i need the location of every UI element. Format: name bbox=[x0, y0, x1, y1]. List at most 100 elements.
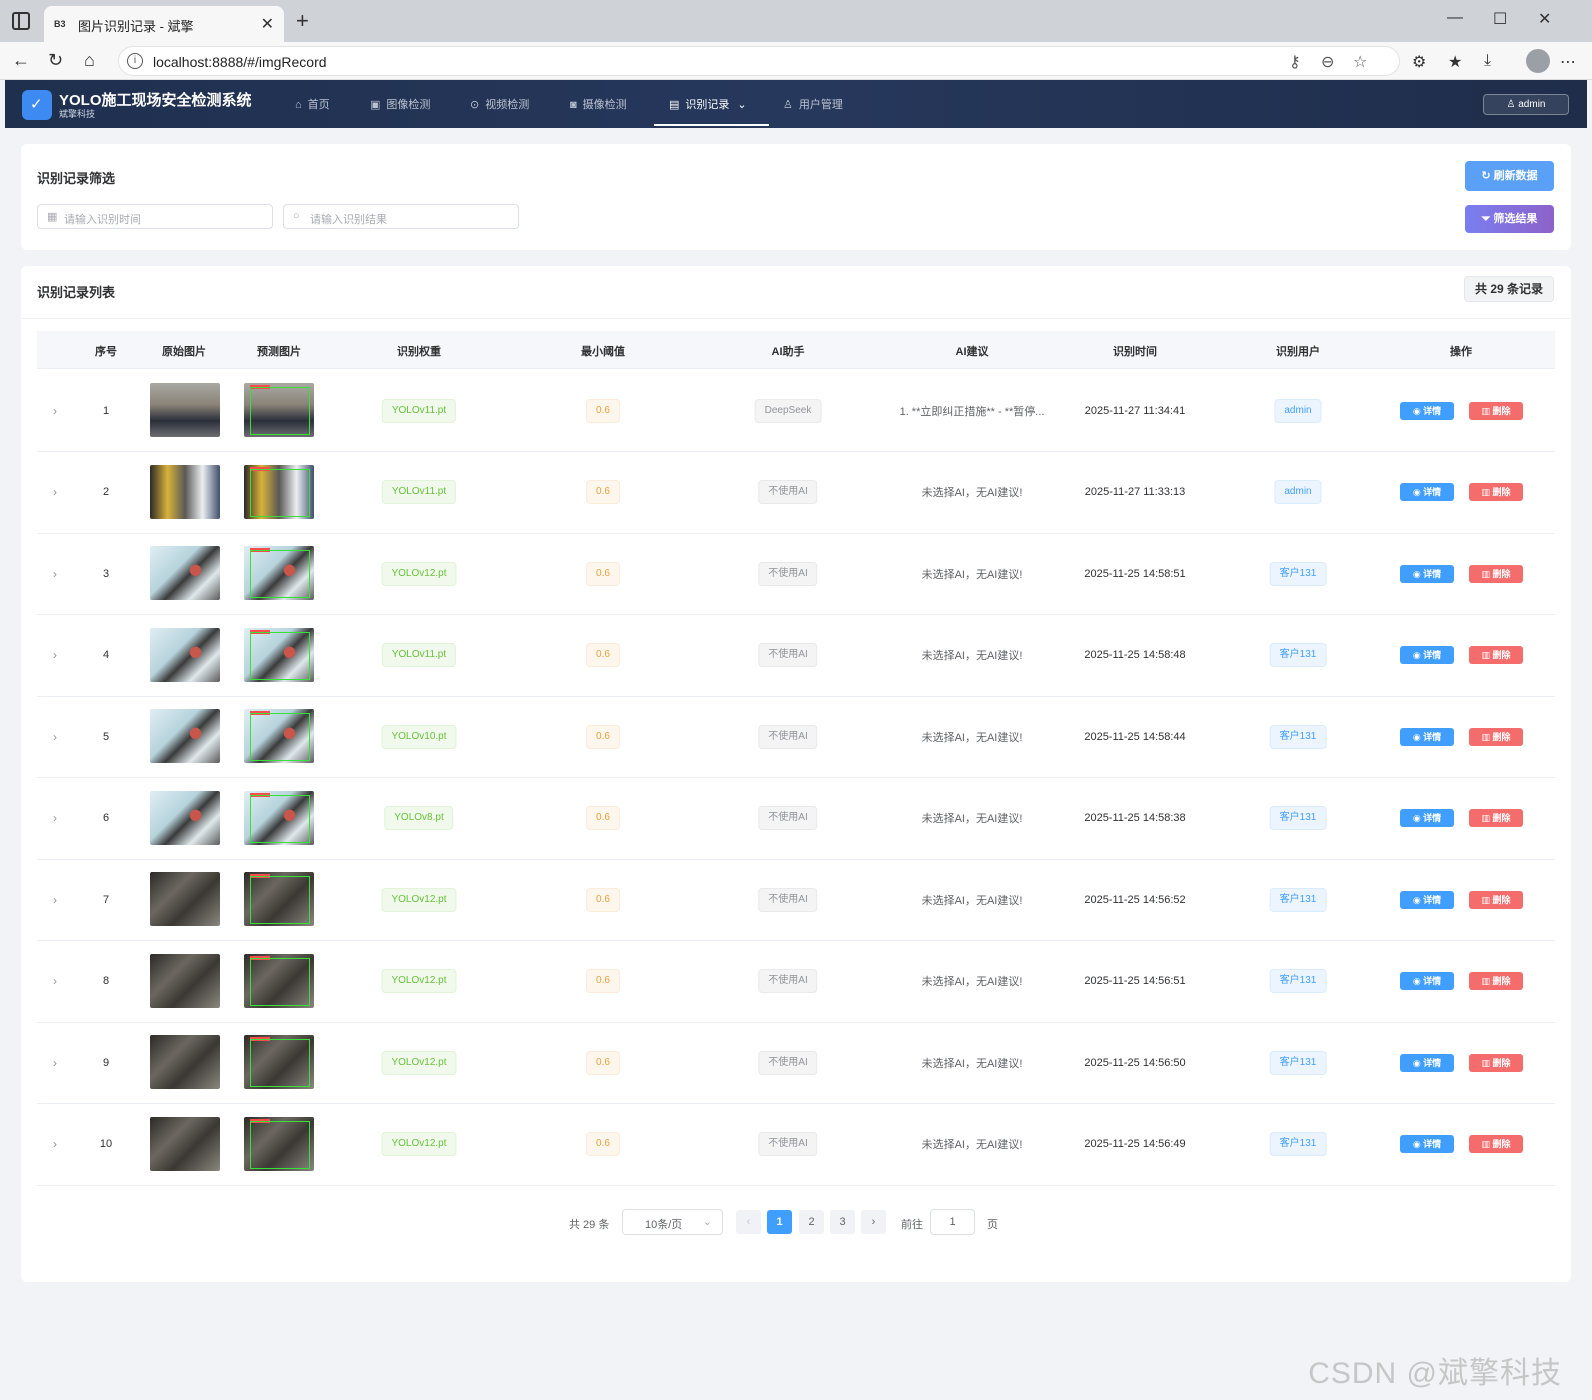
original-image[interactable] bbox=[150, 1035, 220, 1089]
delete-button[interactable]: ▥ 删除 bbox=[1469, 646, 1523, 664]
nav-records[interactable]: ▤ 识别记录 ⌄ bbox=[669, 96, 747, 112]
delete-button[interactable]: ▥ 删除 bbox=[1469, 809, 1523, 827]
sidebar-toggle-icon[interactable] bbox=[12, 12, 30, 30]
expand-row-icon[interactable]: › bbox=[53, 730, 57, 744]
original-image[interactable] bbox=[150, 383, 220, 437]
expand-row-icon[interactable]: › bbox=[53, 893, 57, 907]
extensions-icon[interactable]: ⚙ bbox=[1412, 52, 1426, 72]
predicted-image[interactable] bbox=[244, 1035, 314, 1089]
predicted-image[interactable] bbox=[244, 383, 314, 437]
nav-home[interactable]: ⌂ 首页 bbox=[295, 96, 330, 112]
info-icon[interactable]: i bbox=[127, 53, 143, 69]
play-icon: ⊙ bbox=[470, 99, 480, 111]
predicted-image[interactable] bbox=[244, 709, 314, 763]
expand-row-icon[interactable]: › bbox=[53, 648, 57, 662]
reload-icon[interactable]: ↻ bbox=[48, 50, 63, 71]
page-3-button[interactable]: 3 bbox=[830, 1210, 855, 1234]
predicted-image[interactable] bbox=[244, 953, 314, 1008]
page-2-button[interactable]: 2 bbox=[799, 1210, 824, 1234]
predicted-image[interactable] bbox=[244, 790, 314, 845]
detail-button[interactable]: ◉ 详情 bbox=[1400, 727, 1454, 746]
more-icon[interactable]: ⋯ bbox=[1560, 52, 1576, 72]
user-menu-button[interactable]: ♙ admin bbox=[1483, 94, 1569, 115]
close-tab-icon[interactable]: ✕ bbox=[261, 14, 274, 34]
original-image[interactable] bbox=[150, 1116, 220, 1171]
delete-button[interactable]: ▥ 删除 bbox=[1469, 1135, 1523, 1153]
expand-row-icon[interactable]: › bbox=[53, 404, 57, 418]
ai-tag: 不使用AI bbox=[758, 887, 818, 912]
page-1-button[interactable]: 1 bbox=[767, 1210, 792, 1234]
delete-button[interactable]: ▥ 删除 bbox=[1469, 483, 1523, 501]
row-index: 5 bbox=[102, 730, 110, 743]
back-icon[interactable]: ← bbox=[12, 50, 30, 71]
home-icon[interactable]: ⌂ bbox=[84, 50, 95, 71]
download-icon[interactable]: ⤓ bbox=[1484, 52, 1491, 70]
threshold-tag: 0.6 bbox=[586, 887, 620, 912]
detail-button[interactable]: ◉ 详情 bbox=[1400, 564, 1454, 583]
favorite-star-icon[interactable]: ☆ bbox=[1353, 52, 1367, 72]
trash-icon: ▥ bbox=[1481, 894, 1493, 905]
expand-row-icon[interactable]: › bbox=[53, 811, 57, 825]
detail-button[interactable]: ◉ 详情 bbox=[1400, 972, 1454, 990]
expand-row-icon[interactable]: › bbox=[53, 1137, 57, 1151]
original-image[interactable] bbox=[150, 953, 220, 1008]
original-image[interactable] bbox=[150, 709, 220, 763]
delete-button[interactable]: ▥ 删除 bbox=[1469, 564, 1523, 583]
delete-button[interactable]: ▥ 删除 bbox=[1469, 972, 1523, 990]
predicted-image[interactable] bbox=[244, 1116, 314, 1171]
predicted-image[interactable] bbox=[244, 872, 314, 926]
nav-camera-detect[interactable]: ◙ 摄像检测 bbox=[570, 96, 627, 112]
col-predicted: 预测图片 bbox=[257, 346, 301, 358]
nav-video-detect[interactable]: ⊙ 视频检测 bbox=[470, 96, 529, 112]
filter-button[interactable]: ⏷ 筛选结果 bbox=[1465, 205, 1554, 233]
refresh-icon: ↻ bbox=[1481, 170, 1494, 182]
detection-label bbox=[250, 955, 270, 960]
expand-row-icon[interactable]: › bbox=[53, 485, 57, 499]
close-window-icon[interactable]: ✕ bbox=[1538, 9, 1551, 29]
key-icon[interactable]: ⚷ bbox=[1289, 52, 1301, 72]
original-image[interactable] bbox=[150, 872, 220, 926]
record-time: 2025-11-25 14:56:52 bbox=[1084, 893, 1186, 906]
expand-row-icon[interactable]: › bbox=[53, 974, 57, 988]
original-image[interactable] bbox=[150, 464, 220, 519]
predicted-image[interactable] bbox=[244, 464, 314, 519]
url-bar[interactable]: i localhost:8888/#/imgRecord ⚷ ⊖ ☆ bbox=[118, 46, 1400, 76]
zoom-icon[interactable]: ⊖ bbox=[1321, 52, 1334, 72]
url-text[interactable]: localhost:8888/#/imgRecord bbox=[153, 54, 327, 70]
expand-row-icon[interactable]: › bbox=[53, 567, 57, 581]
minimize-icon[interactable]: — bbox=[1447, 9, 1463, 27]
profile-avatar[interactable] bbox=[1526, 49, 1550, 73]
favorites-icon[interactable]: ★ bbox=[1448, 52, 1462, 72]
page-size-select[interactable]: 10条/页 ⌄ bbox=[622, 1209, 723, 1235]
delete-button[interactable]: ▥ 删除 bbox=[1469, 890, 1523, 909]
prev-page-button[interactable]: ‹ bbox=[736, 1210, 761, 1234]
detail-button[interactable]: ◉ 详情 bbox=[1400, 646, 1454, 664]
original-image[interactable] bbox=[150, 790, 220, 845]
detail-button[interactable]: ◉ 详情 bbox=[1400, 1135, 1454, 1153]
time-input[interactable]: ▦ 请输入识别时间 bbox=[37, 204, 273, 229]
nav-user-manage[interactable]: ♙ 用户管理 bbox=[783, 96, 843, 112]
nav-image-detect[interactable]: ▣ 图像检测 bbox=[370, 96, 430, 112]
predicted-image[interactable] bbox=[244, 546, 314, 600]
goto-page-input[interactable]: 1 bbox=[930, 1209, 975, 1235]
next-page-button[interactable]: › bbox=[861, 1210, 886, 1234]
detail-button[interactable]: ◉ 详情 bbox=[1400, 809, 1454, 827]
delete-button[interactable]: ▥ 删除 bbox=[1469, 1053, 1523, 1072]
new-tab-icon[interactable]: + bbox=[296, 8, 309, 34]
delete-button[interactable]: ▥ 删除 bbox=[1469, 727, 1523, 746]
detail-button[interactable]: ◉ 详情 bbox=[1400, 401, 1454, 420]
detail-button[interactable]: ◉ 详情 bbox=[1400, 890, 1454, 909]
original-image[interactable] bbox=[150, 627, 220, 682]
maximize-icon[interactable]: ☐ bbox=[1493, 9, 1507, 29]
predicted-image[interactable] bbox=[244, 627, 314, 682]
favicon-icon: B3 bbox=[54, 19, 66, 29]
delete-button[interactable]: ▥ 删除 bbox=[1469, 401, 1523, 420]
refresh-button[interactable]: ↻ 刷新数据 bbox=[1465, 161, 1554, 191]
browser-tab[interactable]: B3 图片识别记录 - 斌擎 ✕ bbox=[44, 6, 284, 42]
detail-button[interactable]: ◉ 详情 bbox=[1400, 1053, 1454, 1072]
result-input[interactable]: ○ 请输入识别结果 bbox=[283, 204, 519, 229]
original-image[interactable] bbox=[150, 546, 220, 600]
expand-row-icon[interactable]: › bbox=[53, 1056, 57, 1070]
detail-button[interactable]: ◉ 详情 bbox=[1400, 483, 1454, 501]
document-icon: ▤ bbox=[669, 99, 680, 111]
